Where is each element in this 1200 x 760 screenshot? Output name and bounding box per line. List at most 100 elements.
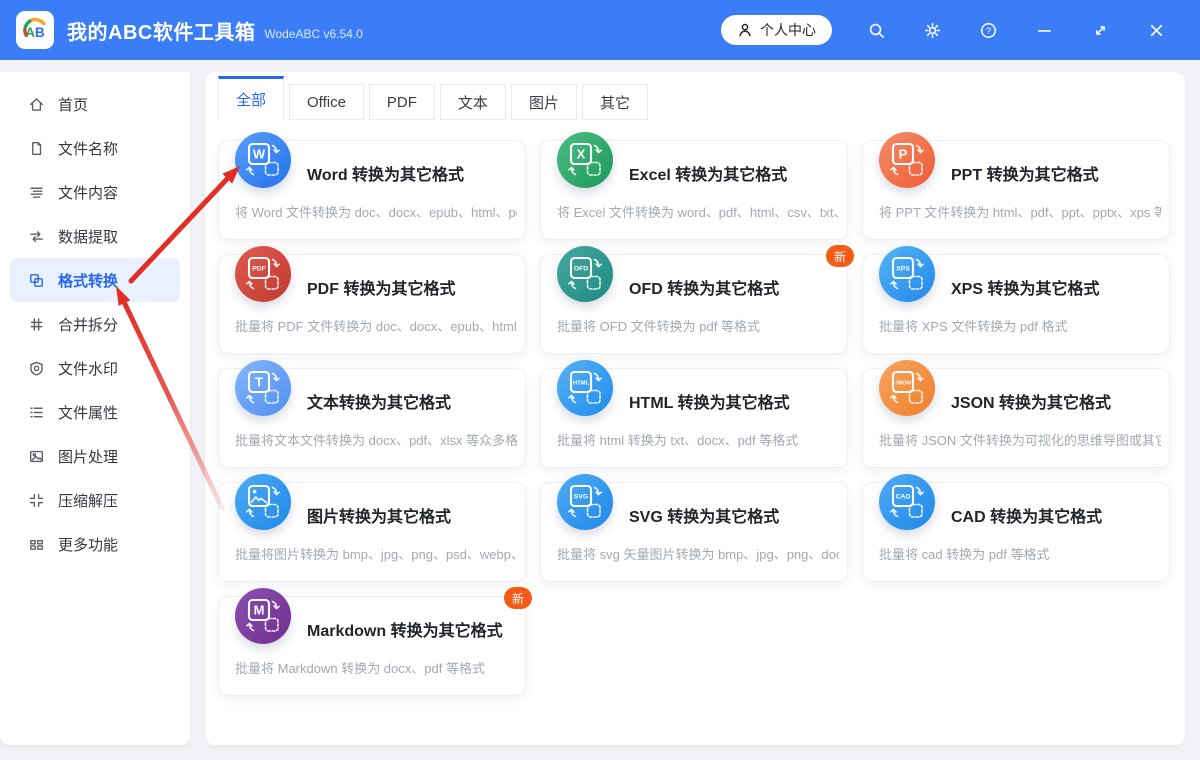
sidebar-item-compress[interactable]: 压缩解压 (10, 478, 180, 522)
ofd-convert-icon: OFD (557, 246, 613, 302)
card-title: HTML 转换为其它格式 (629, 395, 790, 412)
cad-convert-icon: CAD (879, 474, 935, 530)
svg-text:HTML: HTML (573, 380, 590, 386)
sidebar-item-label: 文件属性 (58, 404, 119, 422)
word-convert-icon: W (235, 132, 291, 188)
sidebar-item-image-process[interactable]: 图片处理 (10, 434, 180, 478)
file-attr-icon (28, 404, 45, 421)
sidebar-item-data-extract[interactable]: 数据提取 (10, 214, 180, 258)
svg-convert-icon: SVG (557, 474, 613, 530)
svg-text:?: ? (985, 26, 990, 36)
new-badge: 新 (825, 245, 854, 267)
card-title: SVG 转换为其它格式 (629, 509, 780, 526)
file-content-icon (28, 184, 45, 201)
card-title: JSON 转换为其它格式 (951, 395, 1112, 412)
svg-text:XPS: XPS (896, 265, 910, 272)
card-xps-convert[interactable]: XPS XPS 转换为其它格式 批量将 XPS 文件转换为 pdf 格式 (862, 246, 1170, 354)
help-icon[interactable]: ? (960, 10, 1016, 50)
image-process-icon (28, 448, 45, 465)
card-excel-convert[interactable]: X Excel 转换为其它格式 将 Excel 文件转换为 word、pdf、h… (540, 132, 848, 240)
svg-text:M: M (254, 603, 265, 618)
card-pdf-convert[interactable]: PDF PDF 转换为其它格式 批量将 PDF 文件转换为 doc、docx、e… (218, 246, 526, 354)
tab-text[interactable]: 文本 (439, 84, 506, 120)
card-description: 批量将 cad 转换为 pdf 等格式 (879, 547, 1050, 562)
card-html-convert[interactable]: HTML HTML 转换为其它格式 批量将 html 转换为 txt、docx、… (540, 360, 848, 468)
more-icon (28, 536, 45, 553)
app-version: WodeABC v6.54.0 (264, 27, 363, 41)
minimize-icon[interactable] (1016, 10, 1072, 50)
card-description: 批量将 svg 矢量图片转换为 bmp、jpg、png、docx (557, 547, 839, 562)
profile-button-label: 个人中心 (760, 22, 816, 38)
settings-icon[interactable] (904, 10, 960, 50)
svg-text:AB: AB (25, 25, 45, 40)
tab-pdf[interactable]: PDF (368, 84, 435, 120)
ppt-convert-icon: P (879, 132, 935, 188)
format-convert-icon (28, 272, 45, 289)
markdown-convert-icon: M (235, 588, 291, 644)
sidebar-item-file-attr[interactable]: 文件属性 (10, 390, 180, 434)
resize-icon[interactable] (1072, 10, 1128, 50)
card-title: XPS 转换为其它格式 (951, 281, 1100, 298)
text-convert-icon: T (235, 360, 291, 416)
sidebar-item-label: 格式转换 (58, 272, 119, 290)
card-description: 批量将 OFD 文件转换为 pdf 等格式 (557, 319, 760, 334)
tab-office[interactable]: Office (289, 84, 364, 120)
sidebar-item-label: 图片处理 (58, 448, 119, 466)
sidebar-item-file-content[interactable]: 文件内容 (10, 170, 180, 214)
svg-text:PDF: PDF (252, 265, 266, 272)
sidebar-item-merge-split[interactable]: 合并拆分 (10, 302, 180, 346)
svg-text:T: T (255, 375, 263, 390)
card-json-convert[interactable]: JSON JSON 转换为其它格式 批量将 JSON 文件转换为可视化的思维导图… (862, 360, 1170, 468)
card-description: 批量将文本文件转换为 docx、pdf、xlsx 等众多格式 (235, 433, 517, 448)
card-title: Markdown 转换为其它格式 (307, 623, 503, 640)
sidebar-item-label: 数据提取 (58, 228, 119, 246)
card-description: 将 Word 文件转换为 doc、docx、epub、html、pd (235, 205, 517, 220)
person-icon (737, 22, 753, 38)
sidebar-item-format-convert[interactable]: 格式转换 (10, 258, 180, 302)
tab-image[interactable]: 图片 (510, 84, 577, 120)
card-title: CAD 转换为其它格式 (951, 509, 1103, 526)
card-title: PDF 转换为其它格式 (307, 281, 456, 298)
card-markdown-convert[interactable]: M Markdown 转换为其它格式 批量将 Markdown 转换为 docx… (218, 587, 532, 696)
card-description: 批量将 JSON 文件转换为可视化的思维导图或其它格 (879, 433, 1161, 448)
card-title: Word 转换为其它格式 (307, 167, 465, 184)
tab-all[interactable]: 全部 (218, 76, 285, 120)
card-title: OFD 转换为其它格式 (629, 281, 780, 298)
main-panel: 全部 Office PDF 文本 图片 其它 W Word 转换为其它格式 将 Word … (205, 72, 1185, 745)
card-description: 批量将 XPS 文件转换为 pdf 格式 (879, 319, 1068, 334)
sidebar: 首页 文件名称 文件内容 数据提取 格式转换 合并拆分 文件水印 文件属性 图片… (0, 72, 190, 745)
pdf-convert-icon: PDF (235, 246, 291, 302)
card-description: 将 Excel 文件转换为 word、pdf、html、csv、txt、s (557, 205, 839, 220)
card-ppt-convert[interactable]: P PPT 转换为其它格式 将 PPT 文件转换为 html、pdf、ppt、p… (862, 132, 1170, 240)
svg-text:P: P (899, 147, 908, 162)
sidebar-item-home[interactable]: 首页 (10, 82, 180, 126)
home-icon (28, 96, 45, 113)
close-icon[interactable] (1128, 10, 1184, 50)
profile-button[interactable]: 个人中心 (721, 15, 832, 45)
svg-text:JSON: JSON (895, 380, 911, 386)
card-ofd-convert[interactable]: OFD OFD 转换为其它格式 批量将 OFD 文件转换为 pdf 等格式 新 (540, 245, 854, 354)
sidebar-item-watermark[interactable]: 文件水印 (10, 346, 180, 390)
json-convert-icon: JSON (879, 360, 935, 416)
watermark-icon (28, 360, 45, 377)
merge-split-icon (28, 316, 45, 333)
excel-convert-icon: X (557, 132, 613, 188)
compress-icon (28, 492, 45, 509)
card-word-convert[interactable]: W Word 转换为其它格式 将 Word 文件转换为 doc、docx、epu… (218, 132, 526, 240)
card-description: 将 PPT 文件转换为 html、pdf、ppt、pptx、xps 等 (879, 205, 1161, 220)
card-grid: W Word 转换为其它格式 将 Word 文件转换为 doc、docx、epu… (205, 72, 1185, 745)
card-image-convert[interactable]: 图片转换为其它格式 批量将图片转换为 bmp、jpg、png、psd、webp、 (218, 474, 526, 582)
card-svg-convert[interactable]: SVG SVG 转换为其它格式 批量将 svg 矢量图片转换为 bmp、jpg、… (540, 474, 848, 582)
card-text-convert[interactable]: T 文本转换为其它格式 批量将文本文件转换为 docx、pdf、xlsx 等众多… (218, 360, 526, 468)
svg-text:W: W (253, 147, 266, 162)
tab-other[interactable]: 其它 (581, 84, 648, 120)
sidebar-item-label: 文件水印 (58, 360, 119, 378)
search-icon[interactable] (848, 10, 904, 50)
sidebar-item-file-name[interactable]: 文件名称 (10, 126, 180, 170)
new-badge: 新 (503, 587, 532, 609)
image-convert-icon (235, 474, 291, 530)
card-cad-convert[interactable]: CAD CAD 转换为其它格式 批量将 cad 转换为 pdf 等格式 (862, 474, 1170, 582)
html-convert-icon: HTML (557, 360, 613, 416)
xps-convert-icon: XPS (879, 246, 935, 302)
sidebar-item-more[interactable]: 更多功能 (10, 522, 180, 566)
